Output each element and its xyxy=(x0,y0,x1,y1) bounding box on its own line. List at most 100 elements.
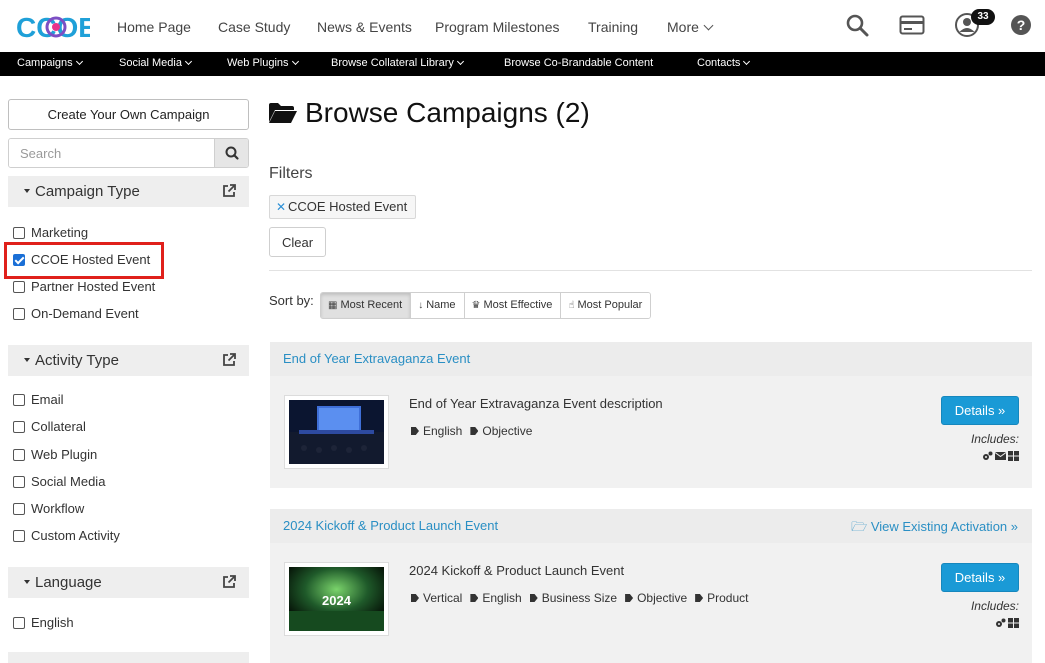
chevron-down-icon xyxy=(703,20,714,31)
checkbox[interactable] xyxy=(13,449,25,461)
checkbox[interactable] xyxy=(13,308,25,320)
checkbox[interactable] xyxy=(13,227,25,239)
tag: Business Size xyxy=(529,591,617,605)
facet-activity-type[interactable]: Activity Type xyxy=(8,345,249,376)
secondary-navigation: Campaigns Social Media Web Plugins Brows… xyxy=(0,52,1045,76)
checkbox[interactable] xyxy=(13,530,25,542)
checkbox-label: Email xyxy=(31,392,64,407)
checkbox-label: Marketing xyxy=(31,225,89,240)
sort-button-group: ▦ Most Recent ↓ Name ♛ Most Effective ☝ Most… xyxy=(320,292,652,319)
campaign-card: End of Year Extravaganza Event End of Ye… xyxy=(270,342,1032,488)
campaign-card: 2024 Kickoff & Product Launch Event 🗁 Vi… xyxy=(270,509,1032,663)
grid-icon xyxy=(1008,618,1019,628)
checkbox-label: Workflow xyxy=(31,501,85,516)
campaign-thumbnail[interactable] xyxy=(284,395,389,469)
subnav-contacts-label: Contacts xyxy=(697,57,741,69)
sort-name-button[interactable]: ↓ Name xyxy=(411,293,465,318)
chevron-down-icon xyxy=(743,57,751,66)
card-header: 2024 Kickoff & Product Launch Event 🗁 Vi… xyxy=(270,509,1032,543)
checkbox-label: Social Media xyxy=(31,474,106,489)
tag-icon xyxy=(529,594,538,602)
checkbox[interactable] xyxy=(13,503,25,515)
checkbox-label: Custom Activity xyxy=(31,528,120,543)
sort-alpha-icon: ↓ xyxy=(418,300,424,311)
campaign-description: End of Year Extravaganza Event descripti… xyxy=(409,396,663,411)
search-button[interactable] xyxy=(214,139,248,167)
nav-case-study[interactable]: Case Study xyxy=(218,19,290,35)
checkbox-label: Web Plugin xyxy=(31,447,98,462)
checkbox-checked[interactable] xyxy=(13,254,25,266)
trophy-icon: ♛ xyxy=(471,300,481,311)
external-link-icon[interactable] xyxy=(221,574,237,590)
subnav-collateral-library[interactable]: Browse Collateral Library xyxy=(331,57,464,69)
details-button[interactable]: Details » xyxy=(941,396,1019,425)
nav-program-milestones[interactable]: Program Milestones xyxy=(435,19,560,35)
subnav-campaigns[interactable]: Campaigns xyxy=(17,57,83,69)
gears-icon xyxy=(983,451,993,460)
tag-icon xyxy=(411,427,419,435)
includes-icons xyxy=(982,451,1019,461)
subnav-web-plugins[interactable]: Web Plugins xyxy=(227,57,299,69)
facet-campaign-type[interactable]: Campaign Type xyxy=(8,176,249,207)
includes-icons xyxy=(995,618,1019,628)
facet-title: Language xyxy=(35,574,102,591)
calendar-icon: ▦ xyxy=(328,300,338,311)
remove-filter-icon[interactable]: ✕ xyxy=(276,196,286,218)
create-campaign-button[interactable]: Create Your Own Campaign xyxy=(8,99,249,130)
tag-label: Product xyxy=(707,591,749,605)
external-link-icon[interactable] xyxy=(221,183,237,199)
facet-next-collapsed[interactable] xyxy=(8,652,249,663)
top-navigation: CCOE Home Page Case Study News & Events … xyxy=(0,0,1045,52)
tag: Product xyxy=(695,591,748,605)
checkbox-label: On-Demand Event xyxy=(31,306,139,321)
subnav-campaigns-label: Campaigns xyxy=(17,57,73,69)
active-filter-chip[interactable]: ✕ CCOE Hosted Event xyxy=(269,195,417,219)
nav-news-events[interactable]: News & Events xyxy=(317,19,412,35)
tag-icon xyxy=(625,594,634,602)
notification-badge: 33 xyxy=(971,9,995,25)
tag-label: Objective xyxy=(637,591,688,605)
tag: Objective xyxy=(470,424,532,438)
campaign-description: 2024 Kickoff & Product Launch Event xyxy=(409,563,625,578)
sort-most-popular-button[interactable]: ☝ Most Popular xyxy=(561,293,651,318)
nav-training[interactable]: Training xyxy=(588,19,638,35)
details-button[interactable]: Details » xyxy=(941,563,1019,592)
subnav-collateral-library-label: Browse Collateral Library xyxy=(331,57,454,69)
checkbox[interactable] xyxy=(13,394,25,406)
search-icon[interactable] xyxy=(844,12,870,38)
nav-home-page[interactable]: Home Page xyxy=(117,19,191,35)
clear-filters-button[interactable]: Clear xyxy=(269,227,326,257)
checkbox[interactable] xyxy=(13,617,25,629)
credit-card-icon[interactable] xyxy=(899,12,925,38)
help-icon[interactable]: ? xyxy=(1008,12,1034,38)
campaign-thumbnail[interactable]: 2024 xyxy=(284,562,389,636)
nav-more[interactable]: More xyxy=(667,19,714,35)
svg-text:2024: 2024 xyxy=(322,593,352,608)
checkbox[interactable] xyxy=(13,476,25,488)
subnav-social-media[interactable]: Social Media xyxy=(119,57,193,69)
gears-icon xyxy=(996,618,1006,627)
view-existing-activation-link[interactable]: 🗁 View Existing Activation » xyxy=(851,518,1018,540)
subnav-co-brandable-content[interactable]: Browse Co-Brandable Content xyxy=(504,57,653,69)
tag: English xyxy=(470,591,522,605)
tag-icon xyxy=(470,427,479,435)
checkbox-label: Collateral xyxy=(31,419,86,434)
checkbox[interactable] xyxy=(13,421,25,433)
checkbox[interactable] xyxy=(13,281,25,293)
ccoe-logo[interactable]: CCOE xyxy=(14,8,90,46)
subnav-web-plugins-label: Web Plugins xyxy=(227,57,289,69)
facet-title: Campaign Type xyxy=(35,183,140,200)
sort-most-recent-button[interactable]: ▦ Most Recent xyxy=(321,293,412,318)
facet-language[interactable]: Language xyxy=(8,567,249,598)
campaign-title-link[interactable]: 2024 Kickoff & Product Launch Event xyxy=(283,518,498,533)
campaign-title-link[interactable]: End of Year Extravaganza Event xyxy=(283,351,470,366)
search-input[interactable] xyxy=(9,139,215,167)
external-link-icon[interactable] xyxy=(221,352,237,368)
tag-label: Objective xyxy=(482,424,533,438)
search-box xyxy=(8,138,249,168)
chevron-down-icon xyxy=(456,57,464,66)
sort-most-effective-button[interactable]: ♛ Most Effective xyxy=(464,293,562,318)
subnav-contacts[interactable]: Contacts xyxy=(697,57,751,69)
tag: Vertical xyxy=(411,591,462,605)
tag: English xyxy=(411,424,462,438)
